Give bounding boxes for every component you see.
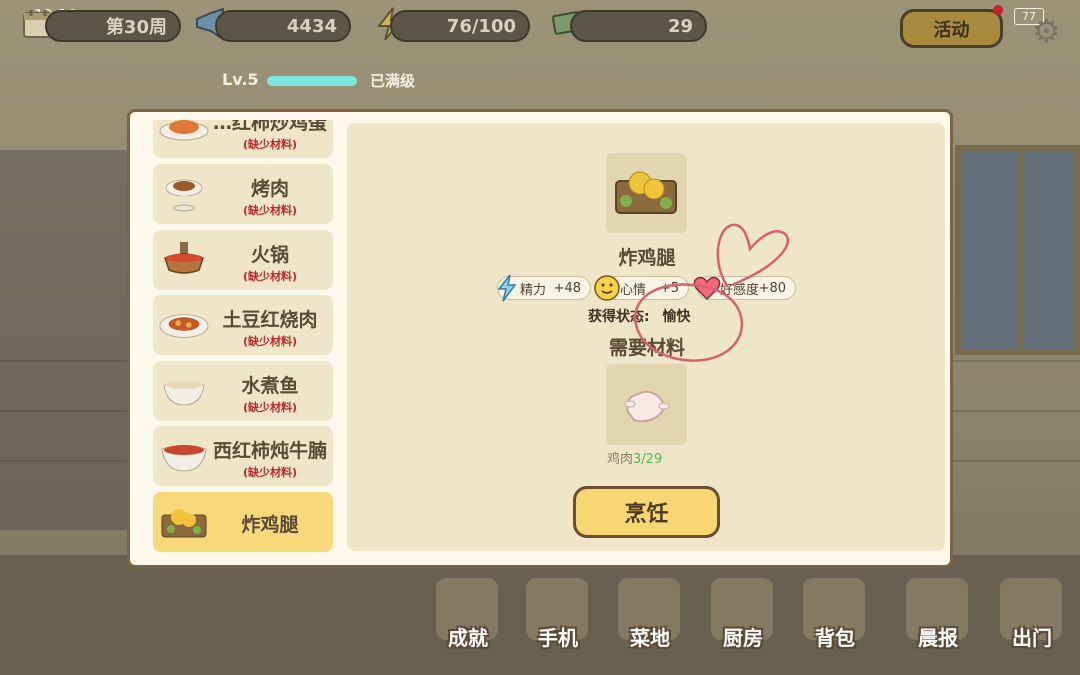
nav-newspaper[interactable]: 晨报: [898, 578, 978, 670]
fried-drumstick-icon: [615, 171, 677, 214]
money-counter: 29: [570, 10, 707, 42]
dish-name: 火锅: [250, 244, 289, 266]
notification-dot: [993, 5, 1003, 15]
nav-label: 手机: [538, 626, 578, 650]
dish-missing-label: (缺少材料): [242, 204, 298, 217]
nav-label: 菜地: [630, 626, 670, 650]
level-progress-bar: [267, 76, 357, 86]
material-slot[interactable]: [606, 364, 687, 445]
nav-label: 背包: [815, 626, 855, 650]
dish-missing-label: (缺少材料): [242, 466, 298, 479]
material-name: 鸡肉: [607, 452, 634, 467]
nav-backpack[interactable]: 背包: [795, 578, 875, 670]
nav-label: 成就: [448, 626, 488, 650]
material-need: /29: [641, 452, 663, 467]
heart-icon: [692, 272, 722, 304]
materials-title: 需要材料: [608, 337, 685, 359]
cook-button[interactable]: 烹饪: [573, 486, 720, 538]
activity-button[interactable]: 活动: [900, 9, 1003, 48]
coin-counter: 4434: [215, 10, 351, 42]
dish-title: 炸鸡腿: [618, 247, 676, 269]
smiley-icon: [592, 272, 622, 304]
nav-kitchen[interactable]: 厨房: [703, 578, 783, 670]
lightning-icon: [492, 272, 522, 304]
tomato-egg-dish-icon: [159, 120, 209, 150]
material-count: 鸡肉3/29: [607, 448, 662, 467]
nav-label: 晨报: [918, 626, 958, 650]
nav-label: 出门: [1012, 626, 1052, 650]
week-value: 第30周: [105, 17, 167, 38]
braised-pork-dish-icon: [159, 303, 209, 347]
dish-item[interactable]: 土豆红烧肉 (缺少材料): [153, 295, 333, 355]
week-counter: 第30周: [45, 10, 181, 42]
dish-name: 炸鸡腿: [241, 514, 299, 536]
stat-value: +48: [553, 280, 581, 296]
boiled-fish-dish-icon: [159, 369, 209, 413]
nav-phone[interactable]: 手机: [518, 578, 598, 670]
level-progress-fill: [267, 76, 357, 86]
dish-missing-label: (缺少材料): [242, 335, 298, 348]
gear-icon[interactable]: ⚙: [1032, 12, 1061, 50]
tomato-beef-dish-icon: [159, 434, 209, 478]
fried-drumstick-dish-icon: [159, 500, 209, 544]
dish-item[interactable]: 烤肉 (缺少材料): [153, 164, 333, 224]
raw-chicken-icon: [624, 390, 670, 423]
stat-label: 心情: [620, 282, 647, 298]
dish-item[interactable]: 火锅 (缺少材料): [153, 230, 333, 290]
stat-value: +5: [659, 280, 679, 296]
level-label: Lv.5: [222, 70, 259, 89]
dish-name: 土豆红烧肉: [222, 309, 318, 331]
nav-garden[interactable]: 菜地: [610, 578, 690, 670]
level-status: 已满级: [370, 72, 416, 90]
energy-value: 76/100: [446, 15, 516, 37]
nav-achievements[interactable]: 成就: [428, 578, 508, 670]
dish-name: …红柿炒鸡蛋: [212, 120, 327, 134]
nav-go-out[interactable]: 出门: [992, 578, 1072, 670]
stat-value: +80: [758, 280, 786, 296]
stat-mood: 心情 +5: [594, 275, 689, 301]
nav-label: 厨房: [723, 626, 763, 650]
stat-label: 精力: [520, 282, 547, 298]
gained-state-value: 愉快: [662, 309, 691, 325]
money-value: 29: [667, 15, 693, 37]
dish-name: 烤肉: [250, 178, 289, 200]
gained-state-label: 获得状态:: [588, 309, 650, 325]
dish-missing-label: (缺少材料): [242, 138, 298, 151]
hotpot-dish-icon: [159, 238, 209, 282]
dish-list[interactable]: …红柿炒鸡蛋 (缺少材料) 烤肉 (缺少材料) 火锅 (缺少材料) 土豆红烧肉 …: [153, 120, 333, 552]
dish-item[interactable]: …红柿炒鸡蛋 (缺少材料): [153, 120, 333, 158]
dish-name: 西红柿炖牛腩: [212, 440, 327, 462]
dish-name: 水煮鱼: [241, 375, 299, 397]
coins-value: 4434: [286, 15, 337, 37]
bbq-dish-icon: [159, 172, 209, 216]
dish-item-selected[interactable]: 炸鸡腿: [153, 492, 333, 552]
dish-missing-label: (缺少材料): [242, 401, 298, 414]
stat-energy: 精力 +48: [497, 274, 591, 302]
dish-item[interactable]: 西红柿炖牛腩 (缺少材料): [153, 426, 333, 486]
dish-item[interactable]: 水煮鱼 (缺少材料): [153, 361, 333, 421]
energy-counter: 76/100: [390, 10, 530, 42]
stat-affection: 好感度 +80: [693, 276, 796, 301]
stat-label: 好感度: [720, 282, 760, 298]
dish-image-box: [606, 153, 687, 233]
gained-state: 获得状态: 愉快: [588, 306, 690, 326]
dish-missing-label: (缺少材料): [242, 270, 298, 283]
